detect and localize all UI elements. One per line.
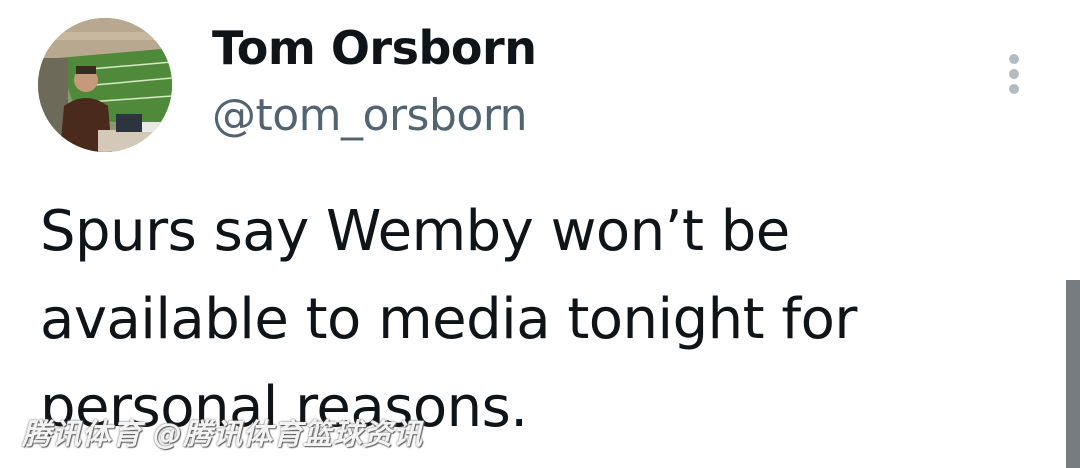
more-dot xyxy=(1009,84,1019,94)
author-avatar[interactable] xyxy=(38,18,172,152)
author-handle[interactable]: @tom_orsborn xyxy=(212,86,528,146)
more-options-icon[interactable] xyxy=(996,48,1032,100)
author-display-name[interactable]: Tom Orsborn xyxy=(212,18,537,78)
more-dot xyxy=(1009,54,1019,64)
more-dot xyxy=(1009,69,1019,79)
avatar-photo xyxy=(38,18,172,152)
tweet-card: Tom Orsborn @tom_orsborn Spurs say Wemby… xyxy=(0,0,1080,468)
watermark: 腾讯体育 @腾讯体育篮球资讯 xyxy=(22,417,424,451)
scrollbar-thumb[interactable] xyxy=(1066,280,1080,468)
